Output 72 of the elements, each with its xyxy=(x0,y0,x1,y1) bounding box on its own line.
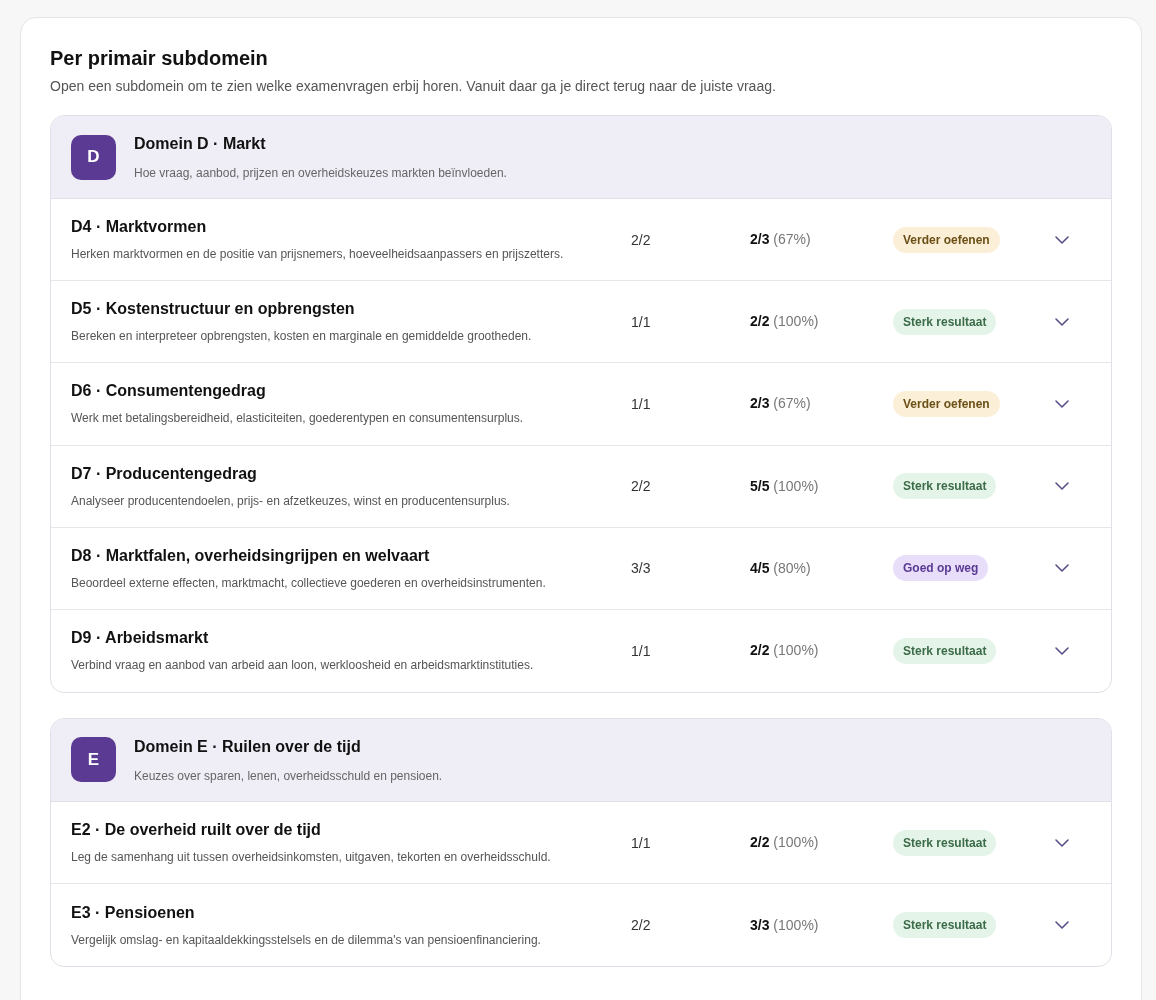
question-count: 2/2 xyxy=(630,231,651,248)
subdomain-description: Vergelijk omslag- en kapitaaldekkingsstelsels en de dilemma's van pensioenfinanciering. xyxy=(71,931,542,949)
domain-letter-badge: E xyxy=(71,737,116,783)
subdomain-title: D9 · Arbeidsmarkt xyxy=(71,628,210,649)
score: 5/5 xyxy=(750,477,770,494)
subdomain-row[interactable]: D6 · Consumentengedrag Werk met betalingsbereidheid, elasticiteiten, goederentypen en consumentensurplus. 1/1 2/3 (67%) Verder oefenen xyxy=(51,363,1111,446)
subdomain-description: Werk met betalingsbereidheid, elasticiteiten, goederentypen en consumentensurplus. xyxy=(71,410,525,428)
question-count: 2/2 xyxy=(630,478,651,495)
subdomain-row[interactable]: D9 · Arbeidsmarkt Verbind vraag en aanbod van arbeid aan loon, werkloosheid en arbeidsmarktinstituties. 1/1 2/2 (100%) Sterk resultaat xyxy=(51,609,1111,692)
status-badge: Sterk resultaat xyxy=(893,829,997,856)
status-badge: Sterk resultaat xyxy=(893,912,997,939)
subdomain-description: Verbind vraag en aanbod van arbeid aan loon, werkloosheid en arbeidsmarktinstituties. xyxy=(71,657,535,675)
score-percentage: (67%) xyxy=(773,231,811,248)
subdomain-description: Beoordeel externe effecten, marktmacht, collectieve goederen en overheidsinstrumenten. xyxy=(71,574,547,592)
subdomain-title: D5 · Kostenstructuur en opbrengsten xyxy=(71,299,356,320)
domain-letter-badge: D xyxy=(71,134,116,180)
subdomain-title: D8 · Marktfalen, overheidsingrijpen en welvaart xyxy=(71,545,431,566)
domain-description: Hoe vraag, aanbod, prijzen en overheidskeuzes markten beïnvloeden. xyxy=(134,165,507,182)
status-badge: Sterk resultaat xyxy=(893,308,997,335)
subdomain-title: E3 · Pensioenen xyxy=(71,902,196,923)
section-intro: Open een subdomein om te zien welke examenvragen erbij horen. Vanuit daar ga je direct terug naar de juiste vraag. xyxy=(50,77,777,96)
question-count: 2/2 xyxy=(630,917,651,934)
status-badge: Verder oefenen xyxy=(893,390,1000,417)
question-count: 1/1 xyxy=(630,834,651,851)
score: 3/3 xyxy=(750,916,770,933)
status-badge: Sterk resultaat xyxy=(893,637,997,664)
chevron-down-icon xyxy=(1054,234,1070,245)
question-count: 1/1 xyxy=(630,642,651,659)
chevron-down-icon xyxy=(1054,481,1070,492)
question-count: 1/1 xyxy=(630,395,651,412)
score-percentage: (67%) xyxy=(773,395,811,412)
subdomain-title: D6 · Consumentengedrag xyxy=(71,381,267,402)
domain-description: Keuzes over sparen, lenen, overheidsschuld en pensioen. xyxy=(134,767,443,785)
chevron-down-icon xyxy=(1054,316,1070,327)
subdomain-title: D7 · Producentengedrag xyxy=(71,463,258,484)
subdomain-row[interactable]: D8 · Marktfalen, overheidsingrijpen en welvaart Beoordeel externe effecten, marktmacht, collectieve goederen en overheidsinstrumenten. 3/3 4/5 (80%) Goed op weg xyxy=(51,527,1111,610)
subdomain-row[interactable]: D4 · Marktvormen Herken marktvormen en de positie van prijsnemers, hoeveelheidsaanpassers en prijszetters. 2/2 2/3 (67%) Verder oefenen xyxy=(51,199,1111,282)
subdomain-row[interactable]: E2 · De overheid ruilt over de tijd Leg de samenhang uit tussen overheidsinkomsten, uitgaven, tekorten en overheidsschuld. 1/1 2/2 (100%) Sterk resultaat xyxy=(51,801,1111,885)
subdomain-title: D4 · Marktvormen xyxy=(71,217,208,237)
subdomain-row[interactable]: D5 · Kostenstructuur en opbrengsten Bereken en interpreteer opbrengsten, kosten en marginale en gemiddelde grootheden. 1/1 2/2 (100%) Sterk resultaat xyxy=(51,281,1111,364)
score-percentage: (100%) xyxy=(773,477,819,494)
chevron-down-icon xyxy=(1054,563,1070,574)
score-percentage: (80%) xyxy=(773,559,811,576)
subdomain-row[interactable]: E3 · Pensioenen Vergelijk omslag- en kapitaaldekkingsstelsels en de dilemma's van pensioenfinanciering. 2/2 3/3 (100%) Sterk resultaat xyxy=(51,884,1111,967)
status-badge: Goed op weg xyxy=(893,555,989,582)
domain-title: Domein D · Markt xyxy=(134,134,267,154)
score-percentage: (100%) xyxy=(773,642,819,659)
chevron-down-icon xyxy=(1054,645,1070,656)
score: 2/3 xyxy=(750,231,770,248)
score: 2/2 xyxy=(750,642,770,659)
chevron-down-icon xyxy=(1054,837,1070,848)
score: 4/5 xyxy=(750,559,770,576)
subdomain-row[interactable]: D7 · Producentengedrag Analyseer producentendoelen, prijs- en afzetkeuzes, winst en producentensurplus. 2/2 5/5 (100%) Sterk resultaat xyxy=(51,445,1111,528)
subdomain-description: Analyseer producentendoelen, prijs- en afzetkeuzes, winst en producentensurplus. xyxy=(71,492,511,510)
score-percentage: (100%) xyxy=(773,834,819,851)
question-count: 1/1 xyxy=(630,313,651,330)
score: 2/2 xyxy=(750,834,770,851)
chevron-down-icon xyxy=(1054,920,1070,931)
score: 2/2 xyxy=(750,313,770,330)
section-title: Per primair subdomein xyxy=(50,46,269,70)
subdomain-description: Leg de samenhang uit tussen overheidsinkomsten, uitgaven, tekorten en overheidsschuld. xyxy=(71,848,552,866)
subdomain-description: Bereken en interpreteer opbrengsten, kosten en marginale en gemiddelde grootheden. xyxy=(71,328,533,346)
subdomain-title: E2 · De overheid ruilt over de tijd xyxy=(71,819,322,840)
domain-title: Domein E · Ruilen over de tijd xyxy=(134,736,362,757)
chevron-down-icon xyxy=(1054,398,1070,409)
status-badge: Sterk resultaat xyxy=(893,473,997,500)
score-percentage: (100%) xyxy=(773,313,819,330)
subdomain-description: Herken marktvormen en de positie van prijsnemers, hoeveelheidsaanpassers en prijszetters. xyxy=(71,246,565,263)
score-percentage: (100%) xyxy=(773,916,819,933)
score: 2/3 xyxy=(750,395,770,412)
status-badge: Verder oefenen xyxy=(893,226,1000,253)
question-count: 3/3 xyxy=(630,560,651,577)
